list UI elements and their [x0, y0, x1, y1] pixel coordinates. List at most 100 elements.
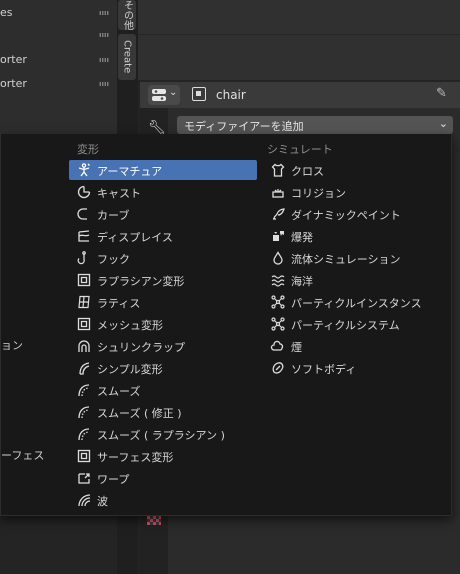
pin-icon[interactable]: ✎: [436, 86, 447, 101]
laplacian-deform-icon: [77, 273, 91, 287]
outliner-row[interactable]: es: [0, 2, 117, 24]
menu-item-label: スムーズ ( ラプラシアン ): [97, 429, 225, 442]
smooth-corrective-icon: [78, 406, 90, 419]
menu-item-smooth-corrective[interactable]: スムーズ ( 修正 ): [69, 402, 257, 422]
menu-item-smooth[interactable]: スムーズ: [69, 380, 257, 400]
editor-type-button[interactable]: ⌄: [148, 85, 180, 105]
hook-icon: [77, 251, 86, 265]
menu-item-smoke[interactable]: 煙: [263, 336, 451, 356]
cloth-icon: [271, 163, 285, 177]
menu-item-particle-instance[interactable]: パーティクルインスタンス: [263, 292, 451, 312]
surface-deform-icon: [77, 449, 91, 463]
menu-item-surface-deform[interactable]: サーフェス変形: [69, 446, 257, 466]
menu-item-cast[interactable]: キャスト: [69, 182, 257, 202]
armature-icon: [78, 163, 90, 177]
chevron-down-icon: ⌄: [438, 117, 448, 130]
displace-icon: [78, 230, 90, 242]
menu-item-lattice[interactable]: ラティス: [69, 292, 257, 312]
ocean-icon: [271, 275, 285, 287]
menu-item-label: シンプル変形: [97, 363, 163, 376]
menu-item-label: ディスプレイス: [97, 231, 173, 244]
particle-system-icon: [271, 317, 285, 331]
outliner-row-label: orter: [0, 53, 27, 66]
menu-item-simple-deform[interactable]: シンプル変形: [69, 358, 257, 378]
mesh-deform-icon: [77, 317, 91, 331]
wave-icon: [78, 494, 91, 507]
generate-item-partial[interactable]: ョン: [1, 337, 23, 353]
menu-item-label: パーティクルインスタンス: [291, 297, 422, 310]
warp-icon: [78, 473, 90, 484]
drag-handle-icon[interactable]: [99, 58, 109, 62]
menu-item-label: サーフェス変形: [97, 451, 174, 464]
particle-instance-icon: [271, 295, 285, 309]
menu-item-label: ワープ: [97, 473, 130, 486]
menu-item-label: ラプラシアン変形: [97, 275, 185, 288]
smoke-icon: [270, 340, 284, 351]
menu-item-label: 煙: [291, 341, 302, 354]
simple-deform-icon: [79, 362, 90, 375]
drag-handle-icon[interactable]: [99, 33, 109, 37]
menu-item-mesh-deform[interactable]: メッシュ変形: [69, 314, 257, 334]
generate-item-partial[interactable]: ーフェス: [1, 447, 44, 463]
menu-item-label: 海洋: [291, 275, 313, 288]
menu-item-displace[interactable]: ディスプレイス: [69, 226, 257, 246]
menu-item-label: パーティクルシステム: [291, 319, 400, 332]
drag-handle-icon[interactable]: [99, 11, 109, 15]
menu-item-smooth-laplacian[interactable]: スムーズ ( ラプラシアン ): [69, 424, 257, 444]
outliner-row-label: orter: [0, 77, 27, 90]
menu-item-cloth[interactable]: クロス: [263, 160, 451, 180]
properties-editor-icon: [152, 89, 166, 101]
menu-item-ocean[interactable]: 海洋: [263, 270, 451, 290]
menu-item-hook[interactable]: フック: [69, 248, 257, 268]
menu-item-label: スムーズ: [97, 385, 141, 398]
tab-other[interactable]: その他: [118, 0, 136, 30]
curve-icon: [77, 208, 87, 220]
menu-item-label: ダイナミックペイント: [291, 209, 401, 222]
add-modifier-dropdown[interactable]: モディファイアーを追加 ⌄: [177, 116, 453, 134]
menu-item-label: シュリンクラップ: [97, 341, 185, 354]
menu-item-label: スムーズ ( 修正 ): [97, 407, 182, 420]
menu-item-dynamic-paint[interactable]: ダイナミックペイント: [263, 204, 451, 224]
menu-item-laplacian-deform[interactable]: ラプラシアン変形: [69, 270, 257, 290]
menu-item-explode[interactable]: 爆発: [263, 226, 451, 246]
menu-item-label: アーマチュア: [97, 165, 163, 178]
menu-item-label: フック: [97, 253, 130, 266]
menu-item-label: コリジョン: [291, 187, 346, 200]
menu-item-label: キャスト: [97, 187, 141, 200]
add-modifier-menu: ョン ーフェス 変形 シミュレート アーマチュア キャスト カーブ ディスプレイ…: [0, 134, 452, 516]
menu-item-label: カーブ: [97, 209, 130, 222]
menu-item-soft-body[interactable]: ソフトボディ: [263, 358, 451, 378]
explode-icon: [273, 231, 284, 241]
menu-item-particle-system[interactable]: パーティクルシステム: [263, 314, 451, 334]
menu-item-collision[interactable]: コリジョン: [263, 182, 451, 202]
menu-item-fluid[interactable]: 流体シミュレーション: [263, 248, 451, 268]
drag-handle-icon[interactable]: [99, 82, 109, 86]
menu-item-curve[interactable]: カーブ: [69, 204, 257, 224]
outliner-row-label: es: [0, 6, 13, 19]
menu-item-label: ソフトボディ: [291, 363, 357, 376]
menu-item-shrinkwrap[interactable]: シュリンクラップ: [69, 336, 257, 356]
lattice-icon: [78, 295, 90, 309]
outliner-panel: es orter orter: [0, 0, 117, 134]
shrinkwrap-icon: [78, 340, 90, 352]
menu-item-label: 波: [97, 495, 108, 508]
menu-item-warp[interactable]: ワープ: [69, 468, 257, 488]
menu-item-armature[interactable]: アーマチュア: [69, 160, 257, 180]
outliner-row[interactable]: orter: [0, 73, 117, 95]
tab-create[interactable]: Create: [118, 34, 136, 80]
outliner-row[interactable]: [0, 24, 117, 46]
cast-icon: [77, 185, 91, 199]
viewport-sidebar-area: [138, 0, 460, 80]
menu-item-label: 爆発: [291, 231, 313, 244]
menu-item-label: メッシュ変形: [97, 319, 163, 332]
outliner-row[interactable]: orter: [0, 49, 117, 71]
dynamic-paint-icon: [273, 208, 285, 220]
soft-body-icon: [272, 362, 284, 374]
menu-item-wave[interactable]: 波: [69, 490, 257, 510]
smooth-laplacian-icon: [78, 428, 90, 441]
object-icon: [192, 87, 206, 101]
add-modifier-label: モディファイアーを追加: [184, 120, 304, 133]
collision-icon: [272, 189, 284, 198]
menu-item-label: クロス: [291, 165, 324, 178]
deform-heading: 変形: [77, 143, 99, 156]
